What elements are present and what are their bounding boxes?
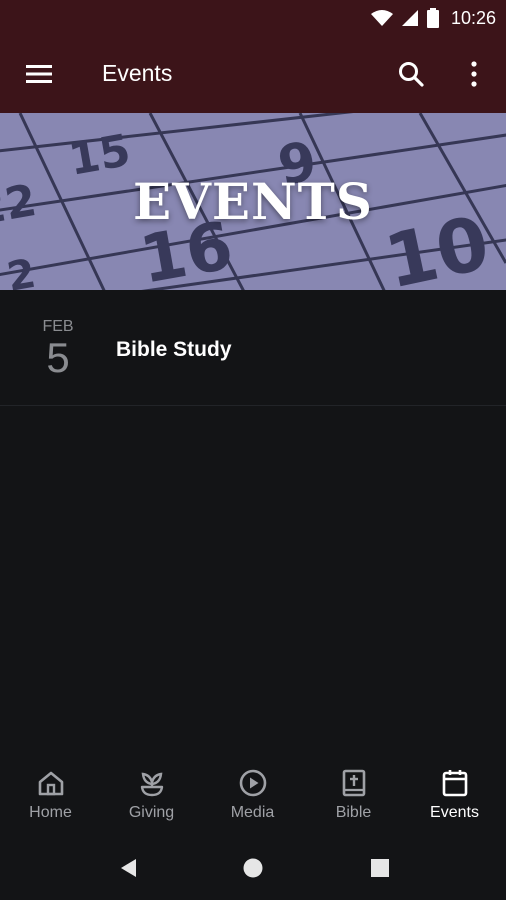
search-button[interactable] bbox=[397, 60, 425, 88]
cell-signal-icon bbox=[401, 10, 418, 26]
status-icons: 10:26 bbox=[370, 0, 496, 36]
home-icon bbox=[38, 771, 63, 796]
recents-square-icon[interactable] bbox=[368, 856, 392, 880]
battery-icon bbox=[426, 8, 439, 28]
more-options-button[interactable] bbox=[466, 60, 482, 88]
menu-button[interactable] bbox=[24, 62, 54, 86]
calendar-icon bbox=[442, 770, 467, 797]
events-banner: 15 9 16 10 22 2 EVENTS bbox=[0, 113, 506, 290]
more-vert-icon bbox=[471, 61, 477, 87]
nav-item-home[interactable]: Home bbox=[0, 766, 101, 832]
bottom-navigation: Home Giving Media Bible Events bbox=[0, 752, 506, 842]
app-bar: Events bbox=[0, 36, 506, 113]
system-navigation-bar bbox=[0, 842, 506, 900]
wifi-icon bbox=[370, 10, 393, 26]
nav-label-events: Events bbox=[430, 804, 479, 821]
giving-icon bbox=[140, 772, 163, 797]
banner-title: EVENTS bbox=[132, 172, 374, 231]
status-time: 10:26 bbox=[450, 7, 496, 28]
nav-item-media[interactable]: Media bbox=[202, 766, 303, 832]
nav-label-home: Home bbox=[29, 804, 72, 821]
hamburger-menu-icon bbox=[26, 65, 52, 83]
event-day: 5 bbox=[46, 334, 70, 381]
nav-label-giving: Giving bbox=[128, 804, 175, 821]
search-icon bbox=[399, 62, 424, 87]
page-title: Events bbox=[102, 60, 173, 86]
nav-item-events[interactable]: Events bbox=[404, 766, 505, 832]
nav-item-giving[interactable]: Giving bbox=[101, 766, 202, 832]
event-title: Bible Study bbox=[116, 338, 232, 361]
status-bar: 10:26 bbox=[0, 0, 506, 36]
home-circle-icon[interactable] bbox=[241, 856, 265, 880]
nav-item-bible[interactable]: Bible bbox=[303, 766, 404, 832]
event-list-item[interactable]: FEB 5 Bible Study bbox=[0, 290, 506, 406]
bible-icon bbox=[342, 769, 365, 797]
nav-label-media: Media bbox=[230, 804, 275, 821]
back-icon[interactable] bbox=[116, 856, 140, 880]
play-icon bbox=[239, 769, 266, 797]
nav-label-bible: Bible bbox=[335, 804, 372, 821]
